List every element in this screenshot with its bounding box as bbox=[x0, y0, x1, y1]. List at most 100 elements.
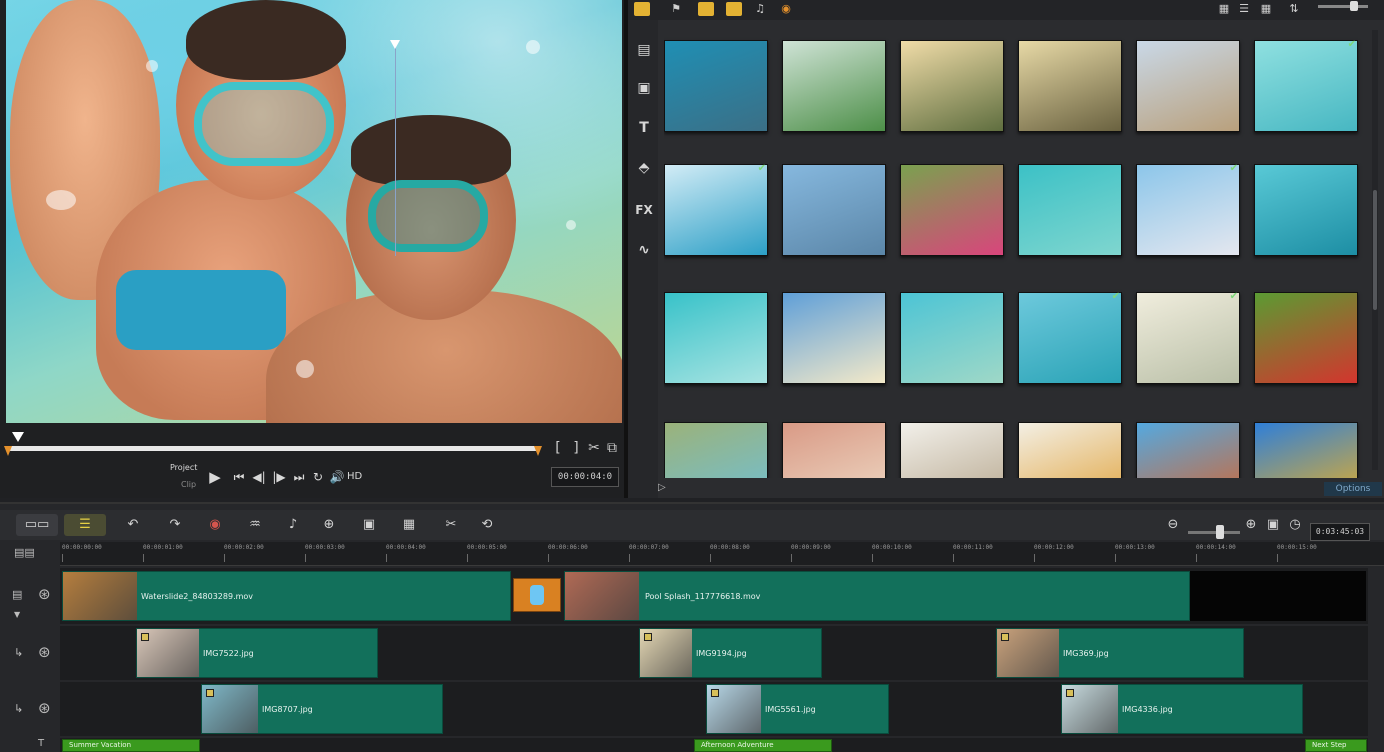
mark-out-button[interactable]: ] bbox=[568, 440, 584, 456]
timeline-zoom-knob[interactable] bbox=[1216, 525, 1224, 539]
path-icon[interactable]: ∿ bbox=[634, 240, 654, 260]
thumbnail-size-slider[interactable] bbox=[1318, 5, 1368, 8]
mark-in-button[interactable]: [ bbox=[550, 440, 566, 456]
options-button[interactable]: Options bbox=[1324, 482, 1382, 496]
ripple-edit-icon[interactable]: ⊛ bbox=[38, 585, 51, 603]
redo-icon[interactable]: ↷ bbox=[164, 514, 186, 536]
overlay-clip[interactable]: IMG8707.jpg bbox=[201, 684, 443, 734]
overlay-clip[interactable]: IMG5561.jpg bbox=[706, 684, 889, 734]
media-thumbnail[interactable] bbox=[664, 292, 768, 384]
play-icon[interactable]: ▶ bbox=[206, 469, 224, 485]
media-thumbnail[interactable] bbox=[1254, 292, 1358, 384]
hd-preview-toggle[interactable]: HD bbox=[347, 471, 362, 482]
motion-tracking-icon[interactable]: ⊕ bbox=[318, 514, 340, 536]
filter-icon[interactable]: FX bbox=[634, 200, 654, 220]
overlay-clip[interactable]: IMG4336.jpg bbox=[1061, 684, 1303, 734]
video-filter-icon[interactable] bbox=[698, 2, 714, 16]
title-track-icon[interactable]: T bbox=[38, 738, 44, 749]
media-thumbnail[interactable] bbox=[664, 40, 768, 132]
undo-icon[interactable]: ↶ bbox=[122, 514, 144, 536]
transition-clip[interactable] bbox=[513, 578, 561, 612]
media-thumbnail[interactable]: ✔ bbox=[1136, 292, 1240, 384]
library-scrollbar-thumb[interactable] bbox=[1373, 190, 1377, 310]
fit-window-icon[interactable]: ▣ bbox=[1262, 514, 1284, 536]
media-thumbnail[interactable] bbox=[900, 292, 1004, 384]
title-clip[interactable]: Afternoon Adventure bbox=[694, 739, 832, 752]
media-icon[interactable]: ▣ bbox=[634, 78, 654, 98]
overlay-clip[interactable]: IMG369.jpg bbox=[996, 628, 1244, 678]
scrub-bar[interactable] bbox=[8, 446, 540, 451]
details-view-icon[interactable]: ☰ bbox=[1236, 2, 1252, 16]
transition-icon[interactable]: ⬘ bbox=[634, 158, 654, 178]
sort-icon[interactable]: ⇅ bbox=[1286, 2, 1302, 16]
media-thumbnail[interactable] bbox=[1136, 422, 1240, 478]
flag-icon[interactable]: ⚑ bbox=[668, 2, 684, 16]
project-duration-timecode[interactable]: 0:03:45:03 bbox=[1310, 523, 1370, 541]
fit-project-icon[interactable]: ⟲ bbox=[476, 514, 498, 536]
video-clip[interactable]: Waterslide2_84803289.mov bbox=[62, 571, 511, 621]
media-thumbnail[interactable] bbox=[1136, 40, 1240, 132]
record-capture-icon[interactable]: ◉ bbox=[204, 514, 226, 536]
timeline-zoom-slider[interactable] bbox=[1188, 531, 1240, 534]
end-icon[interactable]: ⏭ bbox=[290, 469, 308, 485]
media-thumbnail[interactable] bbox=[900, 422, 1004, 478]
import-media-icon[interactable]: ◉ bbox=[778, 2, 794, 16]
media-thumbnail[interactable] bbox=[1254, 164, 1358, 256]
trim-marker-left[interactable] bbox=[4, 446, 12, 456]
audio-filter-icon[interactable]: ♫ bbox=[752, 2, 768, 16]
link-icon[interactable]: ↳ bbox=[14, 702, 23, 715]
mode-project-label[interactable]: Project bbox=[170, 463, 197, 472]
media-thumbnail[interactable]: ✔ bbox=[1018, 292, 1122, 384]
track-expand-icon[interactable]: ▼ bbox=[14, 610, 20, 619]
multi-camera-icon[interactable]: ▦ bbox=[398, 514, 420, 536]
media-thumbnail[interactable] bbox=[900, 40, 1004, 132]
link-icon[interactable]: ↳ bbox=[14, 646, 23, 659]
title-clip[interactable]: Summer Vacation bbox=[62, 739, 200, 752]
timeline-ruler[interactable]: 00:00:00:00 00:00:01:00 00:00:02:00 00:00:0… bbox=[60, 542, 1384, 566]
thumbnail-size-knob[interactable] bbox=[1350, 1, 1358, 11]
media-thumbnail[interactable] bbox=[1018, 164, 1122, 256]
media-thumbnail[interactable] bbox=[900, 164, 1004, 256]
media-thumbnail[interactable] bbox=[1254, 422, 1358, 478]
zoom-in-icon[interactable]: ⊕ bbox=[1240, 514, 1262, 536]
media-thumbnail[interactable] bbox=[782, 164, 886, 256]
copy-frame-icon[interactable]: ⧉ bbox=[604, 440, 620, 456]
photo-filter-icon[interactable] bbox=[726, 2, 742, 16]
volume-icon[interactable]: 🔊 bbox=[328, 469, 346, 485]
preview-video-frame[interactable] bbox=[6, 0, 622, 423]
mode-clip-label[interactable]: Clip bbox=[181, 480, 196, 489]
previous-frame-icon[interactable]: ◀| bbox=[250, 469, 268, 485]
trim-marker-right[interactable] bbox=[534, 446, 542, 456]
video-clip[interactable]: Pool Splash_117776618.mov bbox=[564, 571, 1190, 621]
media-thumbnail[interactable]: ✔ bbox=[1254, 40, 1358, 132]
split-clip-icon[interactable]: ✂ bbox=[586, 440, 602, 456]
media-thumbnail[interactable] bbox=[1018, 40, 1122, 132]
split-icon[interactable]: ✂ bbox=[440, 514, 462, 536]
clock-icon[interactable]: ◷ bbox=[1284, 514, 1306, 536]
overlay-clip[interactable]: IMG9194.jpg bbox=[639, 628, 822, 678]
video-track-icon[interactable]: ▤ bbox=[12, 588, 22, 601]
repeat-icon[interactable]: ↻ bbox=[309, 469, 327, 485]
scrubber-playhead[interactable] bbox=[12, 432, 24, 442]
title-icon[interactable]: T bbox=[634, 118, 654, 138]
auto-music-icon[interactable]: ♪ bbox=[282, 514, 304, 536]
preview-timecode[interactable]: 00:00:04:0 bbox=[551, 467, 619, 487]
timeline-view-icon[interactable]: ☰ bbox=[64, 514, 106, 536]
overlay-track-1-icon[interactable]: ⊛ bbox=[38, 643, 51, 661]
overlay-track-2-icon[interactable]: ⊛ bbox=[38, 699, 51, 717]
timeline-playhead[interactable] bbox=[390, 40, 400, 49]
sound-mixer-icon[interactable]: ♒ bbox=[244, 514, 266, 536]
next-frame-icon[interactable]: |▶ bbox=[270, 469, 288, 485]
zoom-out-icon[interactable]: ⊖ bbox=[1162, 514, 1184, 536]
title-clip[interactable]: Next Step bbox=[1305, 739, 1367, 752]
media-thumbnail[interactable] bbox=[1018, 422, 1122, 478]
thumbnail-view-icon[interactable]: ▦ bbox=[1258, 2, 1274, 16]
instant-project-icon[interactable]: ▤ bbox=[634, 40, 654, 60]
media-thumbnail[interactable] bbox=[664, 422, 768, 478]
subtitle-editor-icon[interactable]: ▣ bbox=[358, 514, 380, 536]
expand-arrow-icon[interactable]: ▷ bbox=[658, 482, 670, 496]
media-thumbnail[interactable]: ✔ bbox=[1136, 164, 1240, 256]
home-icon[interactable]: ⏮ bbox=[230, 469, 248, 485]
media-thumbnail[interactable] bbox=[782, 292, 886, 384]
media-thumbnail[interactable] bbox=[782, 422, 886, 478]
